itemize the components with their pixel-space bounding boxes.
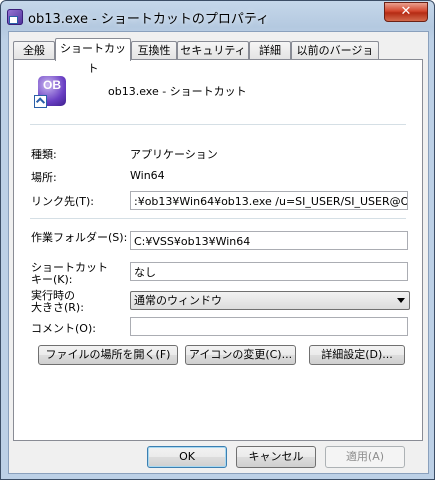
shortcut-arrow-icon <box>34 95 47 108</box>
window-title: ob13.exe - ショートカットのプロパティ <box>28 12 270 27</box>
tab-general[interactable]: 全般 <box>13 41 55 60</box>
tab-security[interactable]: セキュリティ <box>177 41 249 60</box>
hotkey-label-line2: キー(K): <box>31 273 73 286</box>
title-bar[interactable]: ob13.exe - ショートカットのプロパティ ✕ <box>1 1 434 31</box>
startin-input[interactable]: C:¥VSS¥ob13¥Win64 <box>130 231 408 250</box>
hotkey-input[interactable]: なし <box>130 262 408 281</box>
shortcut-name: ob13.exe - ショートカット <box>108 85 247 98</box>
ok-button[interactable]: OK <box>147 446 227 468</box>
app-icon-text: OB <box>43 78 61 92</box>
location-value: Win64 <box>130 169 165 182</box>
shortcut-tab-panel: OB ob13.exe - ショートカット 種類: アプリケーション 場所: W… <box>13 59 423 441</box>
open-file-location-button[interactable]: ファイルの場所を開く(F) <box>38 345 178 365</box>
tab-compatibility[interactable]: 互換性 <box>131 41 177 60</box>
location-label: 場所: <box>31 171 57 184</box>
type-value: アプリケーション <box>130 148 218 161</box>
chevron-down-icon[interactable] <box>397 298 405 303</box>
target-label: リンク先(T): <box>31 195 95 208</box>
separator <box>30 218 406 219</box>
app-shortcut-icon <box>7 9 23 25</box>
dialog-client-area: 全般 ショートカット 互換性 セキュリティ 詳細 以前のバージョン OB ob1… <box>8 31 429 474</box>
tab-previous-versions[interactable]: 以前のバージョン <box>291 41 379 74</box>
type-label: 種類: <box>31 148 57 161</box>
comment-input[interactable] <box>130 317 408 336</box>
separator <box>30 124 406 125</box>
run-size-value: 通常のウィンドウ <box>134 294 222 307</box>
close-button[interactable]: ✕ <box>384 2 428 22</box>
change-icon-button[interactable]: アイコンの変更(C)... <box>185 345 296 365</box>
target-input[interactable]: :¥ob13¥Win64¥ob13.exe /u=SI_USER/SI_USER… <box>130 191 408 210</box>
ob-app-icon: OB <box>34 74 68 108</box>
apply-button[interactable]: 適用(A) <box>325 446 405 468</box>
advanced-settings-button[interactable]: 詳細設定(D)... <box>309 345 405 365</box>
tab-details[interactable]: 詳細 <box>249 41 291 60</box>
properties-dialog: ob13.exe - ショートカットのプロパティ ✕ 全般 ショートカット 互換… <box>0 0 435 480</box>
tab-shortcut[interactable]: ショートカット <box>55 38 131 75</box>
comment-label: コメント(O): <box>31 322 96 335</box>
cancel-button[interactable]: キャンセル <box>236 446 316 468</box>
startin-label: 作業フォルダー(S): <box>31 231 128 244</box>
run-size-select[interactable]: 通常のウィンドウ <box>130 291 410 310</box>
run-label-line2: 大きさ(R): <box>31 301 84 314</box>
